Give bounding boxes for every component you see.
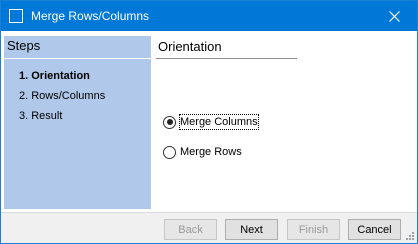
steps-panel: Steps 1. Orientation 2. Rows/Columns 3. … bbox=[4, 36, 151, 209]
finish-button[interactable]: Finish bbox=[287, 219, 340, 240]
button-bar: Back Next Finish Cancel bbox=[1, 212, 417, 243]
step-result: 3. Result bbox=[19, 110, 63, 122]
steps-header: Steps bbox=[7, 38, 41, 53]
title-bar[interactable]: Merge Rows/Columns bbox=[1, 1, 417, 31]
next-button[interactable]: Next bbox=[225, 219, 278, 240]
cancel-button[interactable]: Cancel bbox=[348, 219, 401, 240]
merge-rows-radio[interactable] bbox=[163, 145, 176, 159]
resize-grip-icon[interactable] bbox=[405, 231, 415, 241]
merge-rows-option[interactable]: Merge Rows bbox=[163, 145, 242, 159]
merge-columns-radio[interactable] bbox=[163, 115, 176, 129]
steps-divider bbox=[4, 58, 151, 59]
dialog-content: Steps 1. Orientation 2. Rows/Columns 3. … bbox=[1, 31, 417, 212]
window-icon bbox=[9, 9, 23, 23]
page-title-divider bbox=[156, 58, 297, 59]
page-title: Orientation bbox=[158, 39, 222, 54]
close-icon bbox=[388, 10, 400, 22]
merge-dialog-window: Merge Rows/Columns Steps 1. Orientation … bbox=[0, 0, 418, 244]
merge-columns-option[interactable]: Merge Columns bbox=[163, 114, 259, 130]
step-orientation: 1. Orientation bbox=[19, 70, 90, 82]
merge-columns-label[interactable]: Merge Columns bbox=[179, 114, 259, 130]
window-title: Merge Rows/Columns bbox=[31, 9, 150, 23]
back-button[interactable]: Back bbox=[164, 219, 217, 240]
close-button[interactable] bbox=[371, 1, 417, 31]
step-rows-columns: 2. Rows/Columns bbox=[19, 90, 106, 102]
merge-rows-label[interactable]: Merge Rows bbox=[180, 145, 242, 159]
